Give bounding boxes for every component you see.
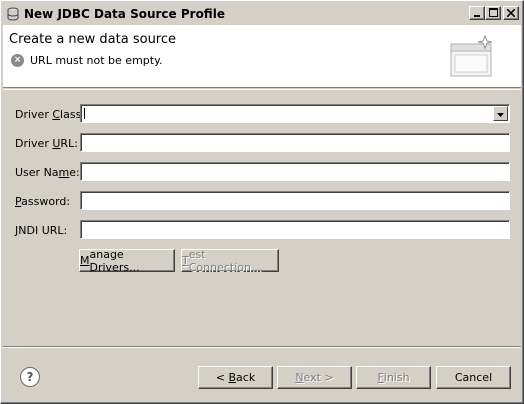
error-message-text: URL must not be empty.	[30, 54, 163, 67]
error-message: × URL must not be empty.	[11, 54, 163, 67]
driver-url-input[interactable]	[80, 133, 510, 152]
wizard-header: Create a new data source × URL must not …	[3, 25, 521, 88]
driver-class-row: Driver Class:	[3, 104, 521, 126]
finish-label: inish	[383, 371, 410, 384]
user-name-input[interactable]	[80, 162, 510, 181]
window-title: New JDBC Data Source Profile	[24, 6, 225, 21]
manage-drivers-mnemonic: M	[80, 254, 90, 267]
close-button[interactable]	[503, 6, 519, 20]
user-name-row: User Name:	[3, 162, 521, 184]
database-icon	[6, 7, 20, 21]
dropdown-button[interactable]	[493, 106, 508, 121]
maximize-icon	[488, 7, 498, 20]
driver-url-row: Driver URL:	[3, 133, 521, 155]
minimize-button[interactable]	[469, 6, 485, 20]
footer-divider-highlight	[3, 347, 521, 348]
maximize-button[interactable]	[485, 6, 501, 20]
user-name-label: User Name:	[15, 166, 80, 179]
manage-drivers-button[interactable]: Manage Drivers...	[79, 247, 175, 274]
header-divider	[3, 89, 521, 90]
help-icon[interactable]: ?	[20, 367, 40, 387]
password-row: Password:	[3, 191, 521, 213]
finish-button[interactable]: Finish	[356, 366, 431, 389]
title-bar[interactable]: New JDBC Data Source Profile	[3, 3, 521, 24]
dialog-window: New JDBC Data Source Profile Create a ne…	[0, 0, 524, 404]
back-label: ack	[236, 371, 256, 384]
manage-drivers-label: anage Drivers...	[89, 247, 140, 274]
cancel-button[interactable]: Cancel	[436, 366, 511, 389]
chevron-down-icon	[497, 107, 504, 120]
close-icon	[506, 7, 516, 20]
test-connection-mnemonic: T	[182, 254, 189, 267]
password-input[interactable]	[80, 191, 510, 210]
error-icon: ×	[11, 54, 24, 67]
minimize-icon	[473, 7, 481, 20]
next-mnemonic: N	[295, 371, 304, 384]
driver-class-select[interactable]	[80, 104, 510, 123]
jndi-url-input[interactable]	[80, 220, 510, 239]
driver-class-label: Driver Class:	[15, 108, 86, 121]
next-button[interactable]: Next >	[277, 366, 352, 389]
back-arrow: <	[215, 371, 229, 384]
test-connection-button[interactable]: Test Connection...	[181, 247, 279, 274]
driver-url-label: Driver URL:	[15, 137, 78, 150]
test-connection-label: est Connection...	[188, 247, 262, 274]
page-title: Create a new data source	[9, 32, 177, 47]
jndi-url-label: JNDI URL:	[15, 224, 68, 237]
wizard-banner-icon	[447, 34, 499, 80]
password-label: Password:	[15, 195, 71, 208]
back-button[interactable]: < Back	[198, 366, 273, 389]
next-label: ext >	[303, 371, 334, 384]
jndi-url-row: JNDI URL:	[3, 220, 521, 242]
back-mnemonic: B	[228, 371, 237, 384]
text-caret	[84, 108, 85, 119]
